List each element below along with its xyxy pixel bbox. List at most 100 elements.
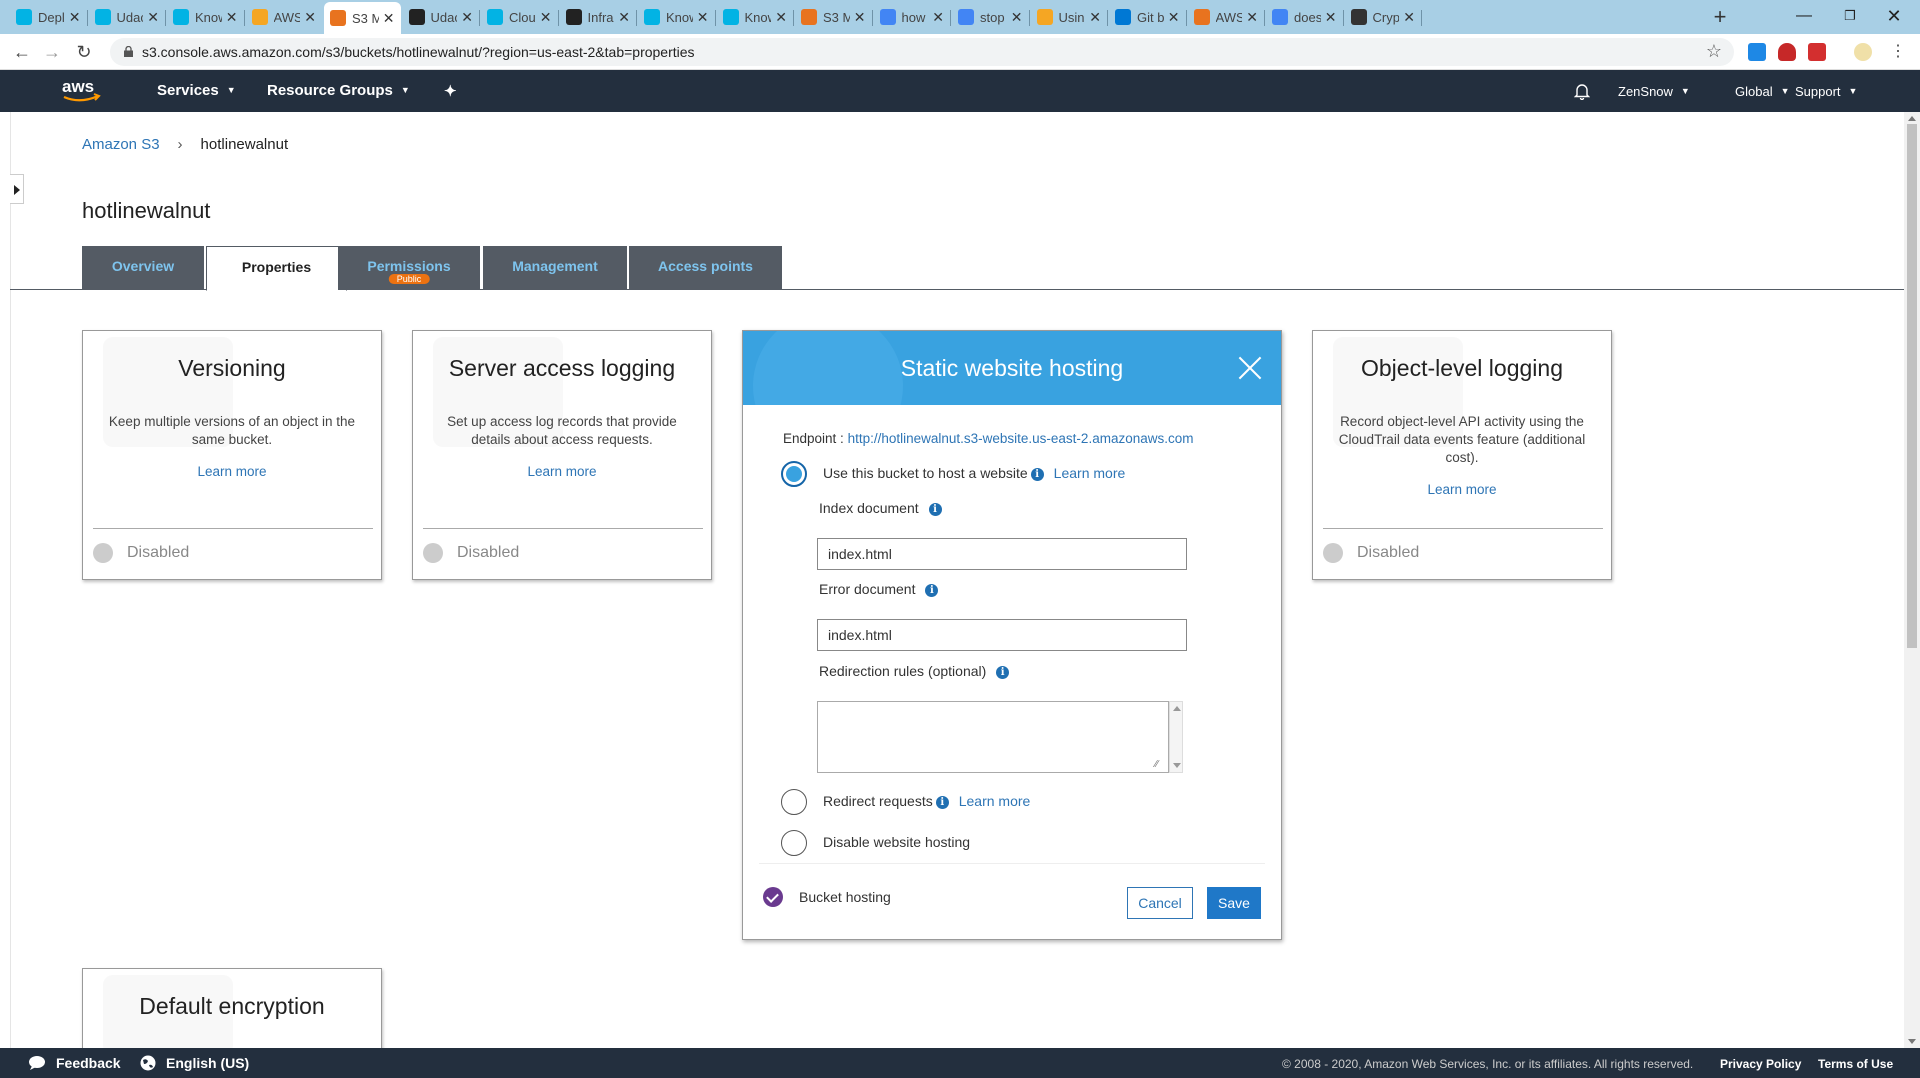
info-icon[interactable]: i (996, 666, 1010, 679)
extension-s-icon[interactable] (1748, 43, 1766, 61)
resource-groups-menu[interactable]: Resource Groups ▼ (267, 82, 410, 99)
radio-disable-hosting[interactable] (781, 830, 807, 856)
region-menu[interactable]: Global ▼ (1735, 84, 1790, 99)
browser-tab[interactable]: Crypt✕ (1345, 4, 1422, 30)
back-icon[interactable]: ← (10, 40, 34, 64)
info-icon[interactable]: i (928, 503, 942, 516)
url-text[interactable]: s3.console.aws.amazon.com/s3/buckets/hot… (142, 44, 695, 60)
extension-badge-icon[interactable] (1808, 43, 1826, 61)
forward-icon[interactable]: → (40, 40, 64, 64)
tab-close-icon[interactable]: ✕ (540, 9, 552, 26)
info-icon[interactable]: i (925, 584, 939, 597)
browser-tab[interactable]: S3 M ✕ (324, 2, 401, 34)
browser-tab[interactable]: Know✕ (717, 4, 794, 30)
sidebar-toggle[interactable] (10, 174, 24, 204)
profile-avatar[interactable] (1854, 43, 1872, 61)
bookmark-star-icon[interactable]: ☆ (1706, 41, 1722, 62)
browser-tab[interactable]: does ✕ (1266, 4, 1343, 30)
language-selector[interactable]: English (US) (140, 1055, 249, 1071)
close-icon[interactable] (1237, 355, 1263, 381)
tab-close-icon[interactable]: ✕ (854, 9, 866, 26)
account-menu[interactable]: ZenSnow ▼ (1618, 84, 1690, 99)
redirect-requests-label[interactable]: Redirect requests (823, 793, 933, 809)
tab-close-icon[interactable]: ✕ (1168, 9, 1180, 26)
tab-access-points[interactable]: Access points (629, 246, 782, 290)
tab-close-icon[interactable]: ✕ (1011, 9, 1023, 26)
browser-tab[interactable]: Udaci✕ (403, 4, 480, 30)
pin-icon[interactable]: ✦ (444, 82, 457, 100)
browser-tab[interactable]: stop ✕ (952, 4, 1029, 30)
tab-close-icon[interactable]: ✕ (1246, 9, 1258, 26)
endpoint-link[interactable]: http://hotlinewalnut.s3-website.us-east-… (848, 431, 1194, 446)
breadcrumb-amazon-s3[interactable]: Amazon S3 (82, 136, 160, 153)
learn-more-link[interactable]: Learn more (1313, 482, 1611, 497)
tab-overview[interactable]: Overview (82, 246, 204, 290)
learn-more-link[interactable]: Learn more (1054, 465, 1126, 481)
browser-tab[interactable]: AWS ✕ (246, 4, 323, 30)
browser-tab[interactable]: Using✕ (1031, 4, 1108, 30)
resize-grip-icon[interactable]: ∕∕ (1155, 759, 1158, 770)
tab-close-icon[interactable]: ✕ (147, 9, 159, 26)
learn-more-link[interactable]: Learn more (83, 464, 381, 479)
default-encryption-card[interactable]: Default encryption (82, 968, 382, 1058)
tab-close-icon[interactable]: ✕ (697, 9, 709, 26)
new-tab-button[interactable]: + (1706, 4, 1734, 30)
learn-more-link[interactable]: Learn more (959, 793, 1031, 809)
tab-management[interactable]: Management (483, 246, 627, 290)
tab-properties[interactable]: Properties (206, 246, 347, 291)
tab-close-icon[interactable]: ✕ (69, 9, 81, 26)
browser-tab[interactable]: Infras✕ (560, 4, 637, 30)
textarea-scrollbar[interactable] (1169, 701, 1183, 773)
cancel-button[interactable]: Cancel (1127, 887, 1193, 919)
tab-close-icon[interactable]: ✕ (775, 9, 787, 26)
browser-tab[interactable]: AWS ✕ (1188, 4, 1265, 30)
info-icon[interactable]: i (935, 796, 949, 809)
close-window-icon[interactable]: ✕ (1866, 2, 1920, 30)
browser-tab[interactable]: Know✕ (167, 4, 244, 30)
browser-menu-icon[interactable]: ⋮ (1886, 40, 1910, 64)
info-icon[interactable]: i (1030, 468, 1044, 481)
save-button[interactable]: Save (1207, 887, 1261, 919)
error-document-input[interactable] (817, 619, 1187, 651)
versioning-card[interactable]: Versioning Keep multiple versions of an … (82, 330, 382, 580)
radio-redirect-requests[interactable] (781, 789, 807, 815)
terms-of-use-link[interactable]: Terms of Use (1818, 1057, 1893, 1071)
services-menu[interactable]: Services ▼ (157, 82, 236, 99)
disable-hosting-label[interactable]: Disable website hosting (823, 834, 970, 850)
scroll-up-icon[interactable] (1908, 116, 1916, 121)
browser-tab[interactable]: how t✕ (874, 4, 951, 30)
browser-tab[interactable]: Udaci✕ (89, 4, 166, 30)
address-bar[interactable]: s3.console.aws.amazon.com/s3/buckets/hot… (110, 38, 1734, 66)
page-scrollbar[interactable] (1904, 112, 1920, 1048)
tab-close-icon[interactable]: ✕ (932, 9, 944, 26)
bell-icon[interactable] (1574, 82, 1590, 100)
server-access-logging-card[interactable]: Server access logging Set up access log … (412, 330, 712, 580)
aws-logo[interactable]: aws (60, 76, 104, 106)
object-level-logging-card[interactable]: Object-level logging Record object-level… (1312, 330, 1612, 580)
radio-host-website[interactable] (781, 461, 807, 487)
browser-tab[interactable]: S3 M ✕ (795, 4, 872, 30)
lock-icon[interactable] (124, 46, 133, 57)
browser-tab[interactable]: Git b ✕ (1109, 4, 1186, 30)
browser-tab[interactable]: Clouc✕ (481, 4, 558, 30)
tab-close-icon[interactable]: ✕ (618, 9, 630, 26)
redirection-rules-textarea[interactable] (817, 701, 1169, 773)
scroll-down-icon[interactable] (1908, 1039, 1916, 1044)
tab-close-icon[interactable]: ✕ (304, 9, 316, 26)
tab-permissions[interactable]: Permissions Public (338, 246, 480, 290)
index-document-input[interactable] (817, 538, 1187, 570)
tab-close-icon[interactable]: ✕ (383, 10, 395, 27)
privacy-policy-link[interactable]: Privacy Policy (1720, 1057, 1801, 1071)
tab-close-icon[interactable]: ✕ (1325, 9, 1337, 26)
scroll-thumb[interactable] (1907, 124, 1917, 648)
tab-close-icon[interactable]: ✕ (461, 9, 473, 26)
reload-icon[interactable]: ↻ (72, 40, 96, 64)
host-website-label[interactable]: Use this bucket to host a website (823, 465, 1028, 481)
tab-close-icon[interactable]: ✕ (1089, 9, 1101, 26)
ublock-icon[interactable] (1778, 43, 1796, 61)
browser-tab[interactable]: Know✕ (638, 4, 715, 30)
support-menu[interactable]: Support ▼ (1795, 84, 1857, 99)
browser-tab[interactable]: Deplo✕ (10, 4, 87, 30)
tab-close-icon[interactable]: ✕ (226, 9, 238, 26)
feedback-button[interactable]: Feedback (28, 1055, 121, 1071)
